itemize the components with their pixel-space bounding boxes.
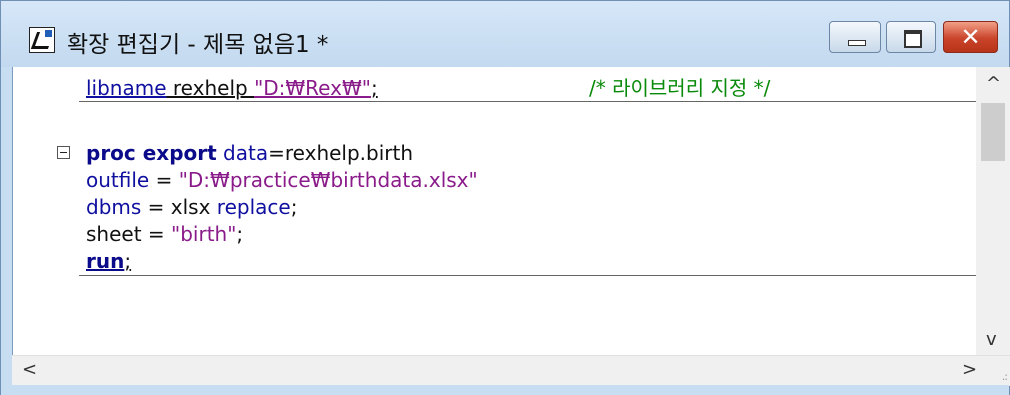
step-separator — [79, 101, 985, 102]
code-line-1[interactable]: libname rexhelp "D:₩Rex₩"; — [86, 75, 378, 101]
run-keyword: run — [86, 249, 125, 273]
code-editor[interactable]: libname rexhelp "D:₩Rex₩"; /* 라이브러리 지정 *… — [12, 67, 987, 384]
outfile-keyword: outfile — [86, 168, 150, 192]
editor-window: 확장 편집기 - 제목 없음1 * ✕ libname rexhelp "D:₩… — [0, 0, 1010, 395]
code-line-4[interactable]: outfile = "D:₩practice₩birthdata.xlsx" — [86, 167, 478, 193]
scroll-up-icon[interactable]: ^ — [986, 73, 1001, 94]
libname-semicolon: ; — [370, 76, 378, 100]
step-separator — [79, 275, 985, 276]
run-semicolon: ; — [124, 249, 132, 273]
data-keyword: data — [216, 141, 269, 165]
window-bottom-border — [1, 385, 1009, 395]
libname-comment: /* 라이브러리 지정 */ — [589, 76, 771, 100]
scroll-left-icon[interactable]: < — [22, 359, 37, 380]
close-icon: ✕ — [960, 23, 981, 51]
vertical-scroll-thumb[interactable] — [981, 103, 1005, 161]
export-keyword: export — [135, 141, 217, 165]
proc-keyword: proc — [86, 141, 136, 165]
app-icon[interactable] — [29, 27, 55, 53]
code-line-5[interactable]: dbms = xlsx replace; — [86, 194, 297, 220]
scroll-down-icon[interactable]: v — [986, 329, 997, 350]
title-bar[interactable]: 확장 편집기 - 제목 없음1 * ✕ — [1, 1, 1009, 67]
code-line-6[interactable]: sheet = "birth"; — [86, 221, 243, 247]
sheet-semicolon: ; — [236, 222, 244, 246]
data-value: =rexhelp.birth — [268, 141, 414, 165]
resize-grip-icon[interactable]: .: — [1002, 370, 1008, 383]
code-line-3[interactable]: proc export data=rexhelp.birth — [86, 140, 413, 166]
code-line-7[interactable]: run; — [86, 248, 131, 274]
minimize-icon — [848, 40, 866, 46]
maximize-icon — [904, 30, 922, 48]
libname-path-string: "D:₩Rex₩" — [254, 76, 371, 100]
replace-keyword: replace — [216, 195, 291, 219]
code-area[interactable]: libname rexhelp "D:₩Rex₩"; /* 라이브러리 지정 *… — [13, 67, 985, 355]
outfile-equals: = — [149, 168, 179, 192]
sheet-keyword: sheet = — [86, 222, 172, 246]
dbms-keyword: dbms — [86, 195, 142, 219]
minimize-button[interactable] — [829, 21, 881, 53]
horizontal-scrollbar[interactable]: < > .: — [12, 355, 1010, 386]
fold-minus-icon[interactable] — [57, 146, 70, 159]
sheet-string: "birth" — [171, 222, 237, 246]
dbms-value: = xlsx — [141, 195, 217, 219]
maximize-button[interactable] — [886, 21, 936, 53]
vertical-scrollbar[interactable]: ^ v — [976, 67, 1010, 355]
outfile-path-string: "D:₩practice₩birthdata.xlsx" — [178, 168, 478, 192]
close-button[interactable]: ✕ — [943, 21, 998, 53]
libname-keyword: libname — [86, 76, 167, 100]
scroll-right-icon[interactable]: > — [962, 359, 977, 380]
libname-rest: rexhelp — [166, 76, 255, 100]
window-title: 확장 편집기 - 제목 없음1 * — [67, 32, 329, 58]
dbms-semicolon: ; — [290, 195, 298, 219]
